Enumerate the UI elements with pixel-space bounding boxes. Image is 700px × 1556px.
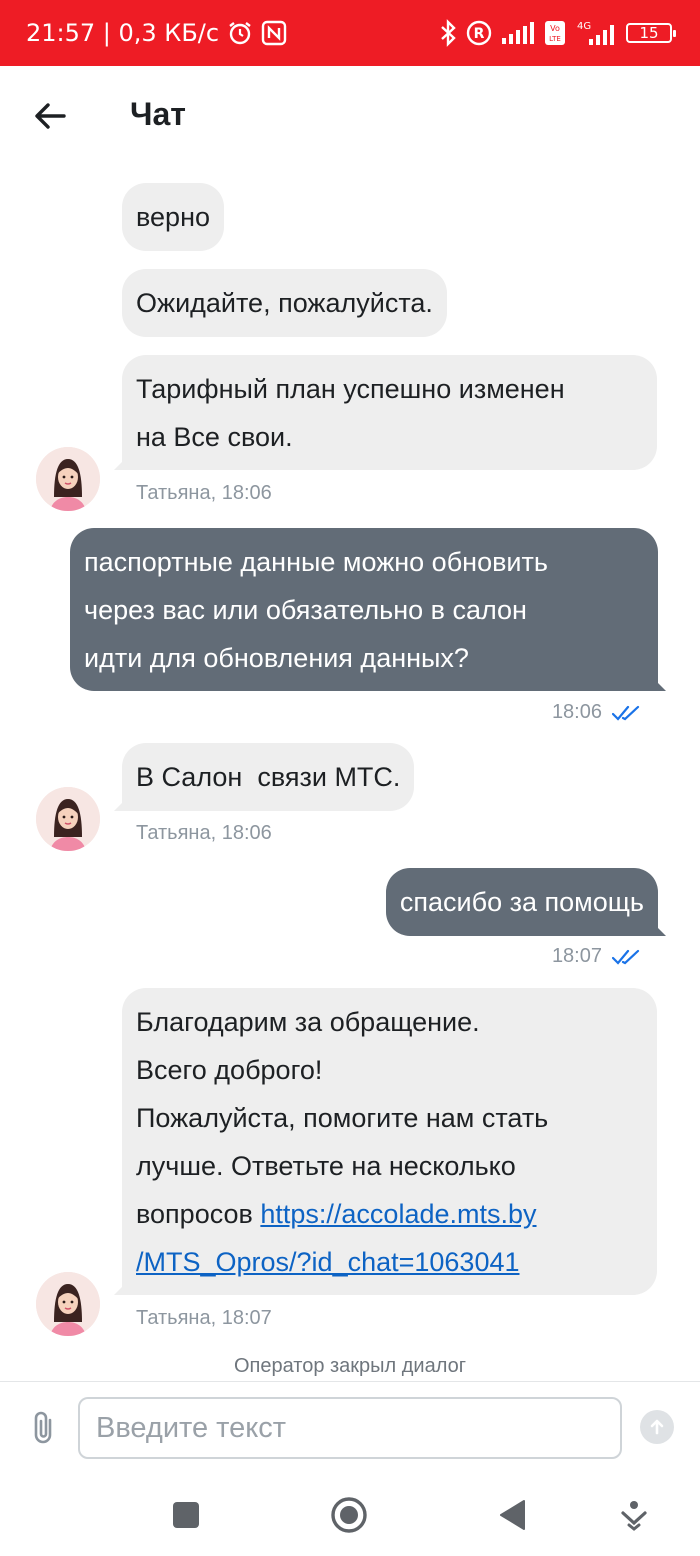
svg-text:LTE: LTE	[549, 35, 561, 43]
message-text: Ожидайте, пожалуйста.	[136, 288, 433, 318]
send-button[interactable]	[640, 1410, 674, 1444]
status-right: R Vo LTE 4G 15	[439, 0, 676, 66]
signal-strength-icon	[501, 21, 535, 45]
status-bar: 21:57 | 0,3 КБ/с R Vo LTE 4G 15	[0, 0, 700, 66]
attach-button[interactable]	[28, 1410, 58, 1446]
message-text: В Салон связи МТС.	[136, 762, 401, 792]
message-status: 18:07	[552, 945, 640, 968]
message-text-line: на Все свои.	[136, 422, 293, 452]
message-status: 18:06	[552, 701, 640, 724]
message-text-line-with-link: вопросов https://accolade.mts.by	[136, 1190, 643, 1238]
message-text-line: лучше. Ответьте на несколько	[136, 1151, 516, 1181]
message-text-line: через вас или обязательно в салон	[84, 595, 527, 625]
operator-avatar	[36, 1272, 100, 1336]
svg-text:Vo: Vo	[550, 24, 560, 33]
message-time: 18:06	[551, 701, 602, 723]
person-down-icon	[621, 1501, 647, 1531]
status-left: 21:57 | 0,3 КБ/с	[26, 0, 287, 66]
message-text-line: Тарифный план успешно изменен	[136, 374, 565, 404]
alarm-icon	[227, 20, 253, 46]
message-text-line: Благодарим за обращение.	[136, 1007, 480, 1037]
message-incoming: Тарифный план успешно изменен на Все сво…	[122, 355, 657, 470]
chat-header: Чат	[0, 66, 700, 170]
operator-avatar-image	[36, 787, 100, 851]
message-incoming: Ожидайте, пожалуйста.	[122, 269, 447, 337]
message-incoming: В Салон связи МТС.	[122, 743, 415, 811]
message-text: верно	[136, 202, 210, 232]
operator-avatar-image	[36, 447, 100, 511]
dialog-closed-note: Оператор закрыл диалог	[233, 1355, 467, 1377]
system-nav-bar	[0, 1473, 700, 1556]
operator-avatar	[36, 787, 100, 851]
send-arrow-up-icon	[650, 1419, 664, 1435]
message-text-line: /MTS_Opros/?id_chat=1063041	[136, 1238, 643, 1286]
triangle-back-icon	[500, 1500, 525, 1530]
double-check-icon	[612, 949, 640, 965]
square-icon	[173, 1502, 199, 1528]
message-incoming: Благодарим за обращение. Всего доброго! …	[122, 988, 657, 1295]
message-meta: Татьяна, 18:06	[136, 482, 272, 504]
survey-link-part2[interactable]: /MTS_Opros/?id_chat=1063041	[136, 1247, 520, 1277]
battery-icon: 15	[626, 23, 676, 43]
mobile-data-4g-icon: 4G	[575, 19, 617, 47]
svg-text:R: R	[474, 26, 485, 42]
message-text-prefix: вопросов	[136, 1199, 261, 1229]
survey-link-part1[interactable]: https://accolade.mts.by	[260, 1199, 536, 1229]
operator-avatar	[36, 447, 100, 511]
message-input-bar	[0, 1381, 700, 1473]
recent-apps-button[interactable]	[166, 1495, 206, 1535]
message-outgoing: паспортные данные можно обновить через в…	[70, 528, 658, 691]
assistant-button[interactable]	[614, 1495, 654, 1535]
arrow-left-icon	[35, 103, 66, 129]
home-button[interactable]	[329, 1495, 369, 1535]
message-text-line: Всего доброго!	[136, 1055, 323, 1085]
back-button[interactable]	[30, 96, 70, 136]
message-time: 18:07	[551, 945, 602, 967]
operator-avatar-image	[36, 1272, 100, 1336]
message-text-line: Пожалуйста, помогите нам стать	[136, 1103, 549, 1133]
status-time-speed: 21:57 | 0,3 КБ/с	[26, 19, 220, 47]
battery-level: 15	[639, 24, 659, 42]
roaming-r-icon: R	[466, 20, 492, 46]
message-meta: Татьяна, 18:06	[136, 822, 272, 844]
message-input[interactable]	[78, 1397, 622, 1459]
message-text-line: идти для обновления данных?	[84, 643, 469, 673]
home-circle-icon	[331, 1497, 367, 1533]
message-incoming: верно	[122, 183, 224, 251]
volte-icon: Vo LTE	[544, 20, 566, 46]
page-title: Чат	[130, 96, 186, 132]
bluetooth-icon	[439, 19, 457, 47]
nfc-icon	[261, 20, 287, 46]
message-meta: Татьяна, 18:07	[136, 1307, 272, 1329]
back-nav-button[interactable]	[492, 1495, 532, 1535]
network-type-label: 4G	[577, 21, 591, 32]
message-outgoing: спасибо за помощь	[385, 868, 658, 936]
message-text: спасибо за помощь	[399, 887, 644, 917]
double-check-icon	[612, 705, 640, 721]
message-text-line: паспортные данные можно обновить	[84, 547, 548, 577]
paperclip-icon	[34, 1411, 52, 1444]
